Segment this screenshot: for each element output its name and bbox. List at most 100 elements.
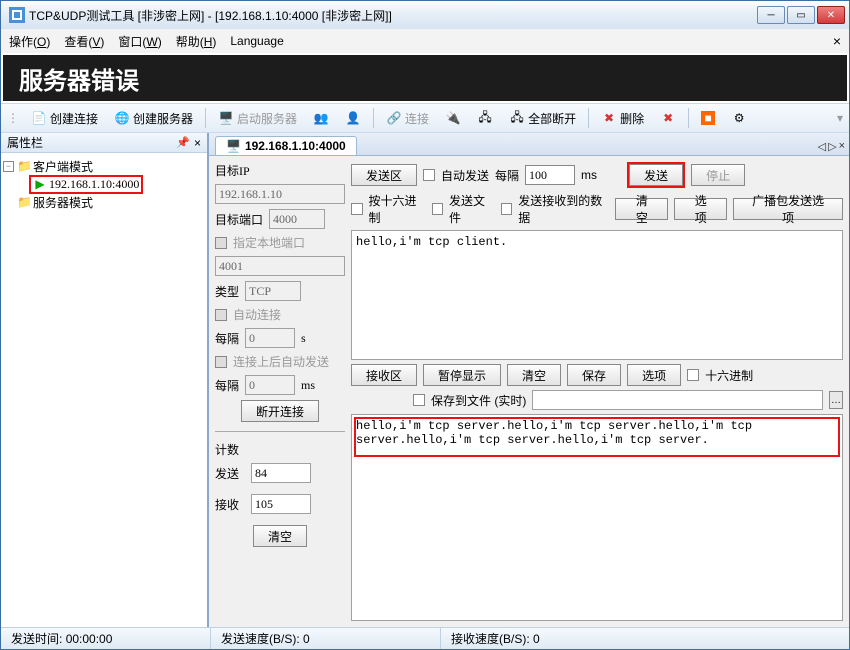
auto-connect-checkbox xyxy=(215,309,227,321)
interval-ms-input xyxy=(245,375,295,395)
auto-send-checkbox xyxy=(215,356,227,368)
save-file-chk[interactable] xyxy=(413,394,425,406)
app-icon xyxy=(9,7,25,23)
tab-close-icon[interactable]: × xyxy=(839,140,845,153)
hex-chk[interactable] xyxy=(351,203,363,215)
recv-count-input[interactable] xyxy=(251,494,311,514)
tree-highlight: ▶ 192.168.1.10:4000 xyxy=(29,175,143,194)
toolbar-icon-users[interactable]: 👥 xyxy=(307,107,335,129)
sidebar-title: 属性栏 xyxy=(7,134,43,151)
app-window: TCP&UDP测试工具 [非涉密上网] - [192.168.1.10:4000… xyxy=(0,0,850,650)
create-connection-icon: 📄 xyxy=(31,110,47,126)
recv-count-label: 接收 xyxy=(215,496,245,513)
play-icon: ▶ xyxy=(33,177,47,192)
menu-operate[interactable]: 操作(O) xyxy=(9,33,50,50)
toolbar-icon-del2[interactable]: ✖ xyxy=(654,107,682,129)
delete-icon: ✖ xyxy=(601,110,617,126)
right-panels: 发送区 自动发送 每隔 ms 发送 停止 xyxy=(351,162,843,621)
menubar: 操作(O) 查看(V) 窗口(W) 帮助(H) Language × xyxy=(1,29,849,53)
menu-language[interactable]: Language xyxy=(230,34,283,48)
recv-area-button[interactable]: 接收区 xyxy=(351,364,417,386)
browse-button[interactable]: … xyxy=(829,391,843,409)
start-server-button[interactable]: 🖥️ 启动服务器 xyxy=(212,107,303,130)
interval-label: 每隔 xyxy=(215,330,239,347)
delete-button[interactable]: ✖ 删除 xyxy=(595,107,650,130)
menu-window[interactable]: 窗口(W) xyxy=(118,33,161,50)
send-count-input[interactable] xyxy=(251,463,311,483)
save-button[interactable]: 保存 xyxy=(567,364,621,386)
sidebar-header: 属性栏 📌 × xyxy=(1,133,207,153)
save-file-path-input[interactable] xyxy=(532,390,823,410)
send-recv-chk[interactable] xyxy=(501,203,513,215)
count-section-label: 计数 xyxy=(215,441,345,458)
tab-nav: ◁ ▷ × xyxy=(818,140,845,155)
toolbar-icon-stop[interactable]: ■ xyxy=(695,108,721,128)
disconnect-all-button[interactable]: 🖧 全部断开 xyxy=(503,107,582,130)
type-label: 类型 xyxy=(215,283,239,300)
recv-clear-button[interactable]: 清空 xyxy=(507,364,561,386)
create-connection-button[interactable]: 📄 创建连接 xyxy=(25,107,104,130)
mdi-close-icon[interactable]: × xyxy=(833,33,841,49)
tree-server-mode[interactable]: 📁 服务器模式 xyxy=(3,193,205,211)
user-icon: 👤 xyxy=(345,110,361,126)
toolbar-grip-icon: ⋮ xyxy=(7,111,19,125)
tab-next-icon[interactable]: ▷ xyxy=(828,140,836,153)
send-button[interactable]: 发送 xyxy=(629,164,683,186)
tab-icon: 🖥️ xyxy=(226,139,241,153)
send-count-label: 发送 xyxy=(215,465,245,482)
send-options-button[interactable]: 选项 xyxy=(674,198,727,220)
toolbar-icon-net1[interactable]: 🖧 xyxy=(471,107,499,129)
recv-textarea[interactable]: hello,i'm tcp server.hello,i'm tcp serve… xyxy=(351,414,843,621)
titlebar: TCP&UDP测试工具 [非涉密上网] - [192.168.1.10:4000… xyxy=(1,1,849,29)
expander-icon[interactable]: − xyxy=(3,161,14,172)
window-title: TCP&UDP测试工具 [非涉密上网] - [192.168.1.10:4000… xyxy=(29,7,757,24)
status-send-time: 发送时间: 00:00:00 xyxy=(1,628,211,649)
clear-count-button[interactable]: 清空 xyxy=(253,525,307,547)
tabbar: 🖥️ 192.168.1.10:4000 ◁ ▷ × xyxy=(209,133,849,155)
send-area-button[interactable]: 发送区 xyxy=(351,164,417,186)
sidebar-close-icon[interactable]: × xyxy=(194,136,201,150)
recv-wrap: hello,i'm tcp server.hello,i'm tcp serve… xyxy=(351,414,843,621)
disconnect-all-icon: 🖧 xyxy=(509,110,525,126)
toolbar-sep xyxy=(205,108,206,128)
delete2-icon: ✖ xyxy=(660,110,676,126)
minimize-button[interactable]: ─ xyxy=(757,6,785,24)
send-interval-input[interactable] xyxy=(525,165,575,185)
banner-text: 服务器错误 xyxy=(19,61,139,96)
tree: − 📁 客户端模式 ▶ 192.168.1.10:4000 📁 服务器模式 xyxy=(1,153,207,627)
tab-connection[interactable]: 🖥️ 192.168.1.10:4000 xyxy=(215,136,357,155)
menu-help[interactable]: 帮助(H) xyxy=(176,33,217,50)
toolbar-icon-gear[interactable]: ⚙ xyxy=(725,107,753,129)
auto-send-chk[interactable] xyxy=(423,169,435,181)
create-server-button[interactable]: 🌐 创建服务器 xyxy=(108,107,199,130)
tree-client-mode[interactable]: − 📁 客户端模式 xyxy=(3,157,205,175)
send-textarea[interactable]: hello,i'm tcp client. xyxy=(351,230,843,360)
pin-icon[interactable]: 📌 xyxy=(176,136,190,149)
create-server-icon: 🌐 xyxy=(114,110,130,126)
toolbar-overflow-icon[interactable]: ▾ xyxy=(837,111,843,125)
maximize-button[interactable]: ▭ xyxy=(787,6,815,24)
recv-controls-row2: 保存到文件 (实时) … xyxy=(351,390,843,410)
connect-button[interactable]: 🔗 连接 xyxy=(380,107,435,130)
broadcast-button[interactable]: 广播包发送选项 xyxy=(733,198,843,220)
target-port-input[interactable] xyxy=(269,209,325,229)
folder-icon: 📁 xyxy=(17,159,31,174)
recv-hex-chk[interactable] xyxy=(687,369,699,381)
send-clear-button[interactable]: 清空 xyxy=(615,198,668,220)
target-ip-input[interactable] xyxy=(215,184,345,204)
stop-icon: ■ xyxy=(701,111,715,125)
tree-connection[interactable]: ▶ 192.168.1.10:4000 xyxy=(3,175,205,193)
toolbar-icon-plug[interactable]: 🔌 xyxy=(439,107,467,129)
send-controls-row1: 发送区 自动发送 每隔 ms 发送 停止 xyxy=(351,162,843,188)
toolbar-icon-user[interactable]: 👤 xyxy=(339,107,367,129)
type-select[interactable] xyxy=(245,281,301,301)
send-file-chk[interactable] xyxy=(432,203,444,215)
tab-prev-icon[interactable]: ◁ xyxy=(818,140,826,153)
close-button[interactable]: ✕ xyxy=(817,6,845,24)
recv-options-button[interactable]: 选项 xyxy=(627,364,681,386)
send-recv-label: 发送接收到的数据 xyxy=(518,192,609,226)
menu-view[interactable]: 查看(V) xyxy=(64,33,104,50)
pause-button[interactable]: 暂停显示 xyxy=(423,364,501,386)
gear-icon: ⚙ xyxy=(731,110,747,126)
disconnect-button[interactable]: 断开连接 xyxy=(241,400,319,422)
